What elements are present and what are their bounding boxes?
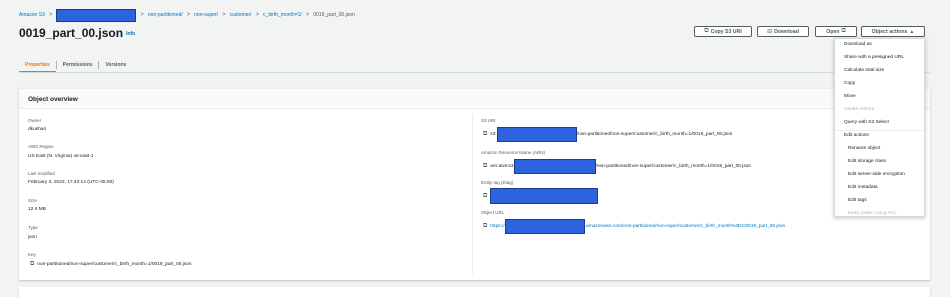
object-overview-panel: Object overview Owner dkushari AWS Regio…	[19, 88, 930, 280]
region-label: AWS Region	[28, 144, 54, 149]
tab-label: Versions	[105, 61, 127, 68]
type-label: Type	[28, 225, 38, 230]
etag-value: ⧉	[483, 188, 599, 204]
breadcrumb-separator: >	[305, 12, 310, 18]
type-value: json	[28, 235, 37, 240]
copy-icon[interactable]: ⧉	[483, 131, 487, 138]
last-modified-value: February 3, 2022, 17:43:14 (UTC-05:00)	[28, 180, 114, 185]
menu-item-edit-encryption[interactable]: Edit server-side encryption	[848, 172, 905, 177]
object-actions-menu: Download as Share with a presigned URL C…	[834, 38, 925, 217]
download-icon: ⊟	[767, 29, 773, 35]
info-link[interactable]: Info	[126, 31, 135, 37]
menu-item-edit-tags[interactable]: Edit tags	[848, 198, 867, 203]
menu-item-rename-object[interactable]: Rename object	[848, 146, 880, 151]
etag-label: Entity tag (Etag)	[481, 180, 514, 185]
breadcrumb-item[interactable]: customer/	[230, 12, 252, 18]
size-label: Size	[28, 198, 37, 203]
owner-value: dkushari	[28, 127, 47, 132]
key-label: Key	[28, 252, 36, 257]
copy-icon[interactable]: ⧉	[483, 193, 487, 200]
redacted-bucket-name	[513, 159, 596, 174]
object-url-prefix: https://	[490, 224, 505, 229]
menu-item-calculate-total-size[interactable]: Calculate total size	[844, 68, 884, 73]
key-text: non-partitioned/non-super/customer/c_bir…	[37, 262, 192, 267]
copy-icon[interactable]: ⧉	[483, 163, 487, 170]
page-title-text: 0019_part_00.json	[19, 26, 124, 40]
page: Amazon S3 > > non-partitioned/ > non-sup…	[0, 0, 950, 297]
menu-group-edit-actions: Edit actions	[844, 133, 869, 138]
copy-s3-uri-button[interactable]: ⧉ Copy S3 URI	[694, 26, 752, 37]
object-actions-label: Object actions	[871, 28, 908, 35]
arn-prefix: arn:aws:s3	[490, 164, 514, 169]
menu-item-copy[interactable]: Copy	[844, 81, 855, 86]
tab-label: Properties	[25, 61, 50, 68]
menu-item-share-presigned-url[interactable]: Share with a presigned URL	[844, 55, 904, 60]
breadcrumb-root[interactable]: Amazon S3	[19, 12, 45, 18]
breadcrumb-separator: >	[140, 12, 144, 18]
object-url-suffix: .amazonaws.com/non-partitioned/non-super…	[584, 224, 786, 229]
menu-item-move[interactable]: Move	[844, 94, 856, 99]
copy-icon[interactable]: ⧉	[30, 261, 34, 268]
column-divider	[472, 114, 473, 274]
copy-icon: ⧉	[704, 28, 709, 34]
menu-separator	[835, 130, 924, 131]
last-modified-label: Last modified	[28, 171, 55, 176]
breadcrumb-separator: >	[186, 12, 191, 18]
tab-properties[interactable]: Properties	[19, 57, 56, 73]
size-value: 12.4 MB	[28, 207, 46, 212]
s3-uri-suffix: /non-partitioned/non-super/customer/c_bi…	[576, 132, 733, 137]
breadcrumb-separator: >	[48, 12, 53, 18]
menu-item-edit-storage-class[interactable]: Edit storage class	[848, 159, 886, 164]
menu-item-download-as[interactable]: Download as	[844, 42, 872, 47]
menu-item-query-s3-select[interactable]: Query with S3 Select	[844, 120, 889, 125]
open-label: Open	[826, 28, 840, 35]
panel-title: Object overview	[28, 96, 78, 103]
redacted-bucket-name	[504, 219, 585, 234]
breadcrumb-separator: >	[222, 12, 226, 18]
redacted-bucket-name	[496, 127, 577, 142]
next-panel	[19, 287, 930, 297]
tab-label: Permissions	[62, 61, 93, 68]
tab-list: Properties Permissions Versions	[19, 57, 132, 73]
breadcrumb-current: 0019_part_00.json	[313, 12, 355, 18]
breadcrumb-item[interactable]: non-super/	[194, 12, 218, 18]
breadcrumb-item[interactable]: c_birth_month=1/	[263, 12, 302, 18]
download-label: Download	[774, 28, 799, 35]
caret-up-icon: ▲	[909, 28, 915, 35]
arn-value: ⧉ arn:aws:s3 /non-partitioned/non-super/…	[483, 159, 751, 174]
arn-suffix: /non-partitioned/non-super/customer/c_bi…	[595, 164, 752, 169]
key-value: ⧉ non-partitioned/non-super/customer/c_b…	[30, 261, 192, 268]
menu-item-initiate-restore: Initiate restore	[844, 107, 875, 112]
copy-icon[interactable]: ⧉	[483, 223, 487, 230]
redacted-bucket-name	[56, 8, 137, 22]
object-url-label: Object URL	[481, 210, 505, 215]
s3-uri-label: S3 URI	[481, 118, 496, 123]
breadcrumb-item[interactable]: non-partitioned/	[148, 12, 183, 18]
arn-label: Amazon Resource Name (ARN)	[481, 150, 546, 155]
open-button[interactable]: Open ⧉	[815, 26, 857, 37]
redacted-etag	[490, 188, 599, 204]
tab-permissions[interactable]: Permissions	[57, 57, 99, 72]
tab-versions[interactable]: Versions	[99, 57, 132, 72]
tabs-divider	[19, 72, 930, 73]
breadcrumb: Amazon S3 > > non-partitioned/ > non-sup…	[19, 8, 355, 22]
breadcrumb-separator: >	[255, 12, 260, 18]
object-actions-button[interactable]: Object actions ▲	[861, 26, 925, 37]
panel-header: Object overview	[19, 89, 930, 109]
region-value: US East (N. Virginia) us-east-1	[28, 154, 94, 159]
s3-uri-value: ⧉ s3: /non-partitioned/non-super/custome…	[483, 127, 732, 142]
menu-item-make-public-acl: Make public using ACL	[848, 211, 897, 216]
download-button[interactable]: ⊟ Download	[757, 26, 809, 37]
menu-item-edit-metadata[interactable]: Edit metadata	[848, 185, 878, 190]
external-link-icon: ⧉	[841, 28, 846, 34]
page-title: 0019_part_00.json Info	[19, 26, 135, 40]
owner-label: Owner	[28, 118, 42, 123]
copy-s3-uri-label: Copy S3 URI	[710, 28, 742, 35]
object-url-value[interactable]: ⧉ https:// .amazonaws.com/non-partitione…	[483, 219, 785, 234]
